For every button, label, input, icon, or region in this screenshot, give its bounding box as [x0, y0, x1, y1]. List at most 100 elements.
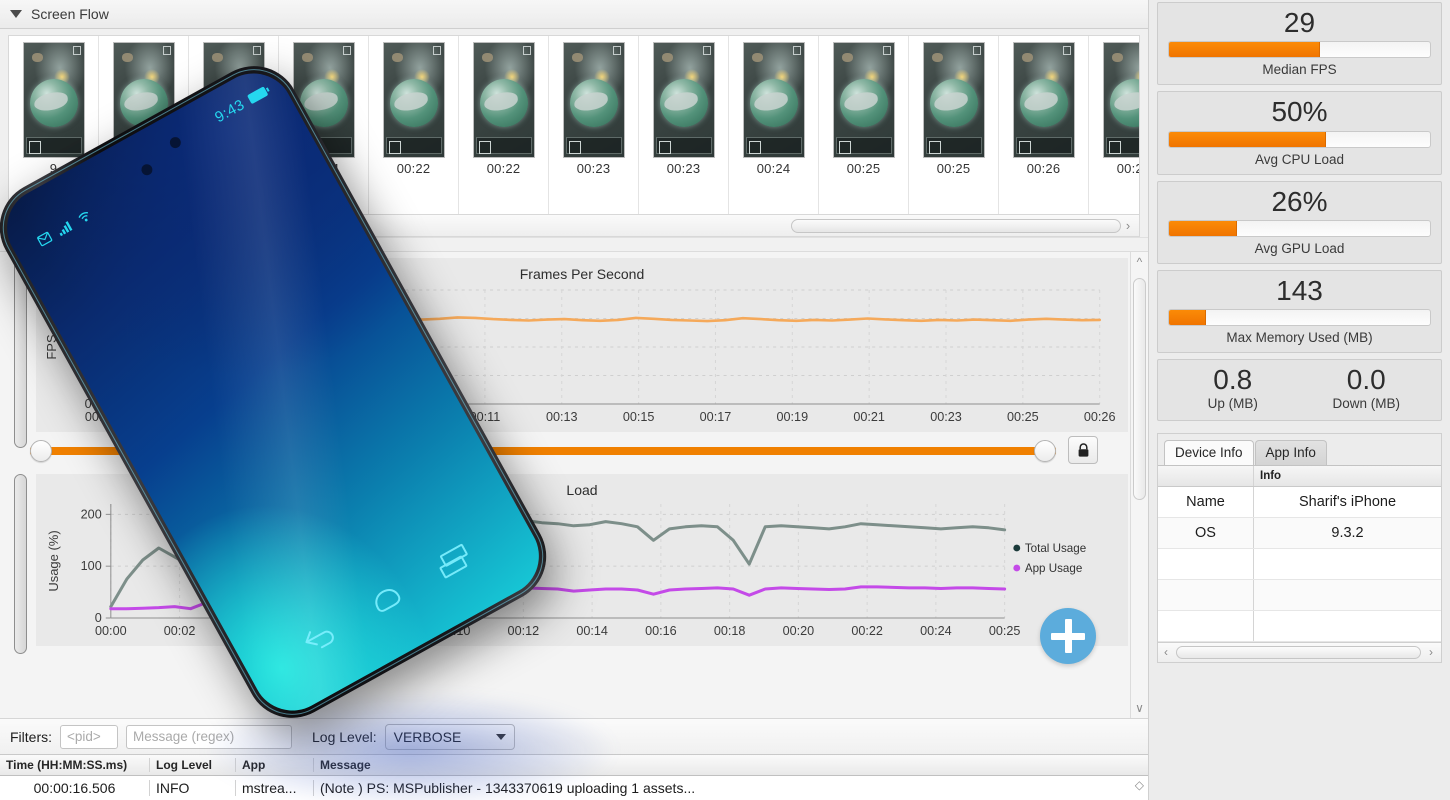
pause-icon — [432, 46, 441, 55]
screen-flow-thumbnail[interactable]: 00:25 — [819, 36, 909, 214]
lock-icon — [1078, 442, 1088, 457]
svg-text:00:10: 00:10 — [439, 624, 471, 638]
table-row[interactable] — [1158, 548, 1441, 580]
thumbnail-image — [652, 42, 715, 158]
thumbnail-timestamp: 00:26 — [1026, 161, 1061, 176]
load-chart-vscroll[interactable] — [14, 474, 27, 654]
svg-text:00:06: 00:06 — [301, 624, 333, 638]
thumbnail-timestamp: 00:23 — [576, 161, 611, 176]
screen-flow-thumbnail[interactable]: 00:20 — [99, 36, 189, 214]
screen-flow-thumbnail[interactable]: 00:26 — [999, 36, 1089, 214]
table-row[interactable]: OS 9.3.2 — [1158, 517, 1441, 549]
screen-flow-thumbnail[interactable]: 00:23 — [549, 36, 639, 214]
chevron-left-icon[interactable]: ‹ — [9, 219, 27, 232]
info-cell-value: 9.3.2 — [1331, 524, 1364, 541]
table-row[interactable] — [1158, 610, 1441, 642]
stat-label: Avg CPU Load — [1254, 151, 1345, 167]
screen-flow-thumbnail[interactable]: 00:22 — [369, 36, 459, 214]
timeline-handle-left[interactable] — [30, 440, 52, 462]
info-table-scrollbar[interactable]: ‹ › — [1158, 641, 1441, 662]
screen-flow-thumbnail[interactable]: 00:21 — [189, 36, 279, 214]
svg-text:00:01: 00:01 — [85, 410, 117, 424]
info-col-info[interactable]: Info — [1254, 466, 1441, 486]
log-col-time[interactable]: Time (HH:MM:SS.ms) — [0, 758, 150, 772]
game-hud — [655, 137, 712, 154]
thumbnail-image — [562, 42, 625, 158]
planet-graphic — [839, 79, 888, 127]
asteroid-icon — [751, 53, 763, 62]
svg-text:00:17: 00:17 — [700, 410, 732, 424]
progress-bar-fill — [1169, 221, 1237, 237]
chevron-right-icon[interactable]: › — [1423, 645, 1439, 659]
thumbnail-scroll-thumb[interactable] — [791, 218, 1121, 233]
svg-text:00:18: 00:18 — [714, 624, 746, 638]
stat-label: Max Memory Used (MB) — [1226, 330, 1373, 346]
info-col-key[interactable] — [1158, 465, 1254, 486]
planet-graphic — [1109, 79, 1139, 127]
planet-graphic — [929, 79, 978, 127]
tab-device-info[interactable]: Device Info — [1164, 439, 1254, 465]
svg-text:00:16: 00:16 — [645, 624, 677, 638]
screen-flow-header[interactable]: Screen Flow — [0, 0, 1148, 29]
screen-flow-thumbnail[interactable]: 00:22 — [459, 36, 549, 214]
thumbnail-timestamp: 00:25 — [846, 161, 881, 176]
thumbnail-strip[interactable]: 9 00:20 00:21 00:21 00:22 00:22 00:23 00:23 00:2… — [8, 35, 1140, 215]
screen-flow-thumbnail[interactable]: 9 — [9, 36, 99, 214]
thumbnail-timestamp: 00:23 — [666, 161, 701, 176]
tab-app-info[interactable]: App Info — [1254, 439, 1327, 465]
timeline-lock-button[interactable] — [1068, 436, 1098, 464]
timeline-track[interactable] — [30, 447, 1056, 455]
pause-icon — [522, 46, 531, 55]
table-row[interactable] — [1158, 579, 1441, 611]
triangle-down-icon[interactable] — [10, 10, 22, 18]
main-panel: Screen Flow 9 00:20 00:21 00:21 00:22 00:22 00… — [0, 0, 1148, 800]
svg-text:00:08: 00:08 — [370, 624, 402, 638]
scroll-down-icon[interactable]: ∨ — [1135, 698, 1144, 718]
pid-filter-input[interactable]: <pid> — [60, 724, 118, 749]
thumbnail-image — [472, 42, 535, 158]
svg-text:00:02: 00:02 — [164, 624, 196, 638]
info-panel: Device Info App Info Info Name Sharif's … — [1157, 432, 1442, 663]
chevron-left-icon[interactable]: ‹ — [1158, 645, 1174, 659]
screen-flow-thumbnail[interactable]: 00:26 — [1089, 36, 1139, 214]
thumbnail-scroll-track[interactable] — [29, 218, 1121, 233]
progress-bar — [1168, 130, 1431, 148]
screen-flow-thumbnail[interactable]: 00:21 — [279, 36, 369, 214]
graph-area: ^ ∨ Frames Per Second 0 10 20 30 40 FPS 00:01 0… — [0, 251, 1148, 718]
screen-flow-thumbnail[interactable]: 00:25 — [909, 36, 999, 214]
add-button[interactable] — [1040, 608, 1096, 664]
info-tabs: Device Info App Info — [1158, 434, 1441, 465]
load-chart-block: Load 0 100 200 Usage (%) 00:00 00:02 00:04 00:0… — [0, 468, 1148, 654]
screen-flow-thumbnail[interactable]: 00:23 — [639, 36, 729, 214]
resize-handle-icon[interactable]: ◇ — [1135, 778, 1144, 792]
thumbnail-scrollbar[interactable]: ‹ › — [8, 215, 1140, 237]
fps-chart-vscroll[interactable] — [14, 260, 27, 448]
stat-card-avg-cpu-load: 50% Avg CPU Load — [1157, 91, 1442, 175]
planet-graphic — [479, 79, 528, 127]
info-cell-key — [1158, 579, 1254, 610]
info-scroll-thumb[interactable] — [1176, 645, 1421, 659]
svg-text:00:15: 00:15 — [623, 410, 655, 424]
stat-value: 29 — [1283, 7, 1316, 38]
chevron-right-icon[interactable]: › — [1119, 219, 1137, 232]
network-down-label: Down (MB) — [1332, 395, 1400, 411]
load-chart-card: Load 0 100 200 Usage (%) 00:00 00:02 00:04 00:0… — [36, 474, 1128, 646]
timeline-slider-row[interactable] — [12, 434, 1128, 468]
progress-bar-fill — [1169, 310, 1206, 326]
game-hud — [745, 137, 802, 154]
load-chart-plot[interactable]: 0 100 200 Usage (%) 00:00 00:02 00:04 00:06 00:0… — [36, 498, 1128, 646]
svg-text:00:25: 00:25 — [1007, 410, 1039, 424]
game-hud — [115, 137, 172, 154]
svg-text:00:14: 00:14 — [576, 624, 608, 638]
thumbnail-timestamp: 00:20 — [126, 161, 161, 176]
screen-flow-thumbnail[interactable]: 00:24 — [729, 36, 819, 214]
game-hud — [475, 137, 532, 154]
network-down-value: 0.0 — [1346, 364, 1386, 396]
table-row[interactable]: Name Sharif's iPhone — [1158, 486, 1441, 518]
planet-graphic — [119, 79, 168, 127]
timeline-handle-right[interactable] — [1034, 440, 1056, 462]
network-up-label: Up (MB) — [1207, 395, 1258, 411]
fps-chart-plot[interactable]: 0 10 20 30 40 FPS 00:01 00:03 00:05 00:07 00:09 00:… — [36, 282, 1128, 432]
asteroid-icon — [301, 53, 313, 62]
fps-chart-card: Frames Per Second 0 10 20 30 40 FPS 00:01 00:03… — [36, 258, 1128, 432]
